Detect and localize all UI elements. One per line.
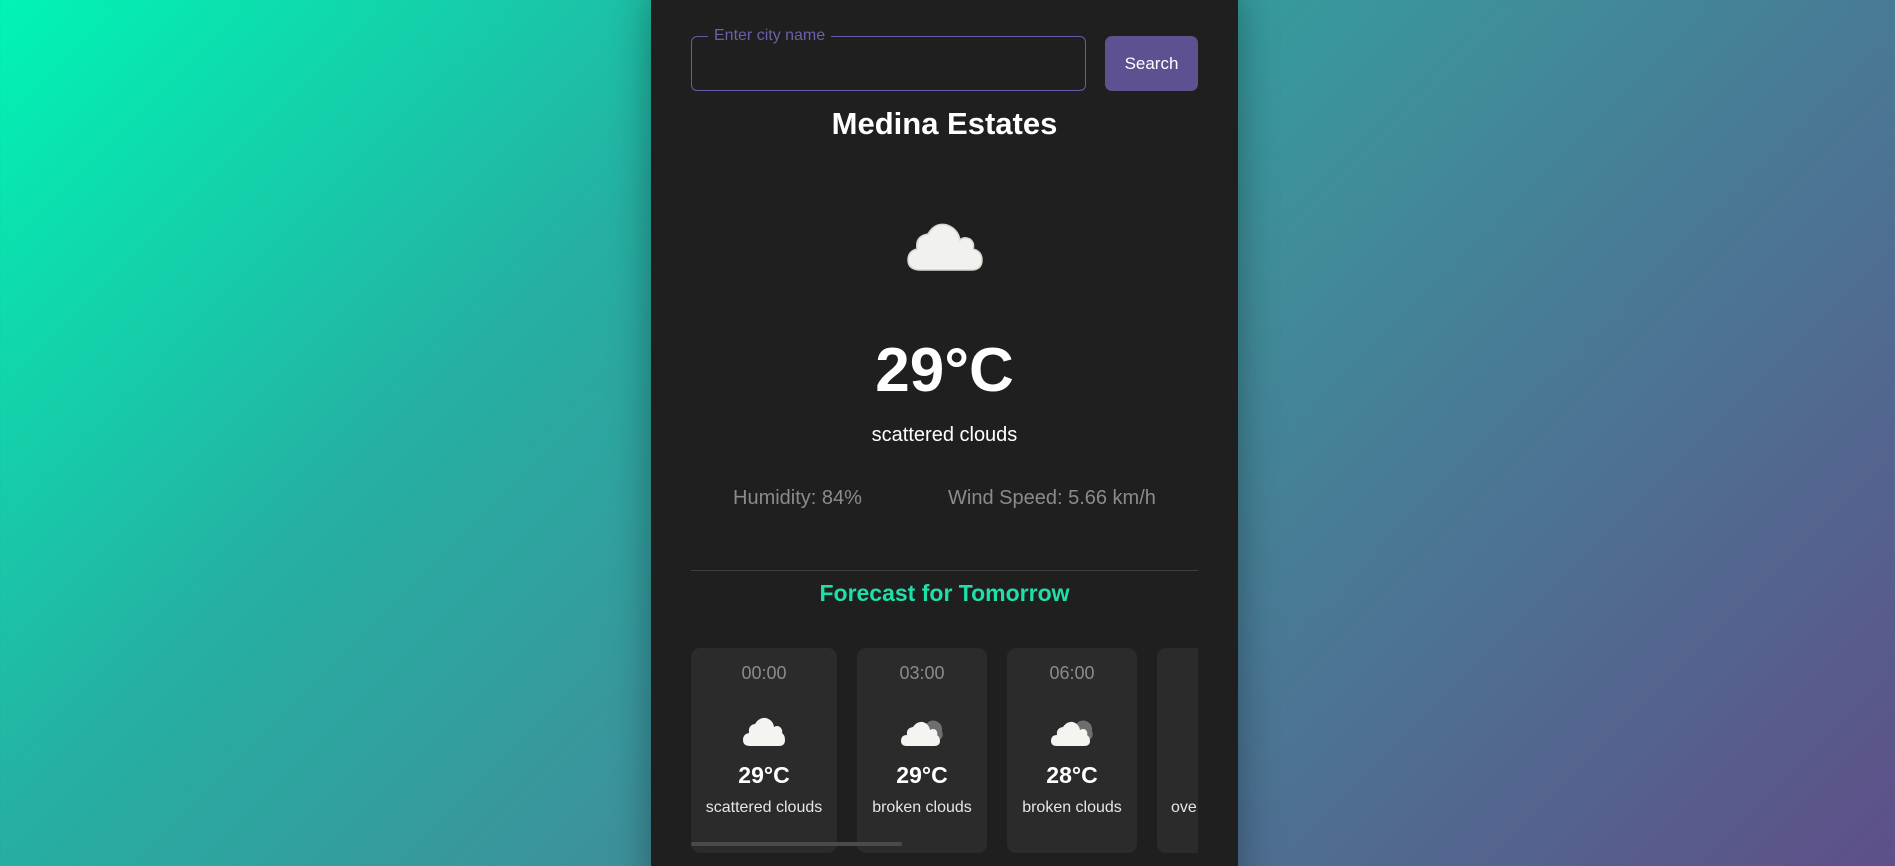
forecast-temperature: 29°C [896, 762, 948, 788]
forecast-title: Forecast for Tomorrow [819, 580, 1070, 606]
city-search-input[interactable] [692, 37, 1085, 90]
forecast-description: broken clouds [1022, 799, 1122, 816]
forecast-time: 03:00 [899, 663, 945, 683]
forecast-card: 00:00 29°C scattered clouds [691, 648, 837, 853]
wind-speed-readout: Wind Speed: 5.66 km/h [948, 487, 1156, 509]
weather-card: Enter city name Search Medina Estates 29… [651, 0, 1238, 866]
forecast-time: 00:00 [741, 663, 787, 683]
forecast-time: 06:00 [1049, 663, 1095, 683]
broken-clouds-icon [1051, 720, 1093, 746]
current-temperature: 29°C [875, 336, 1014, 405]
divider [691, 570, 1198, 571]
broken-clouds-icon [901, 720, 943, 746]
forecast-temperature: 29°C [738, 762, 790, 788]
current-description: scattered clouds [871, 424, 1018, 446]
forecast-description: scattered clouds [705, 799, 823, 816]
humidity-readout: Humidity: 84% [733, 487, 862, 509]
forecast-card: ove [1157, 648, 1198, 853]
forecast-card: 06:00 28°C broken clouds [1007, 648, 1137, 853]
city-name: Medina Estates [831, 106, 1058, 141]
cloud-icon [743, 717, 785, 746]
cloud-icon [907, 223, 983, 271]
search-button[interactable]: Search [1105, 36, 1198, 91]
forecast-card: 03:00 29°C broken clouds [857, 648, 987, 853]
city-field[interactable]: Enter city name [691, 27, 1086, 91]
forecast-description: broken clouds [872, 799, 972, 816]
forecast-temperature: 28°C [1046, 762, 1098, 788]
forecast-scrollbar[interactable] [691, 842, 902, 846]
forecast-strip[interactable]: 00:00 29°C scattered clouds 03:00 29°C b… [691, 648, 1198, 858]
search-bar: Enter city name Search [691, 27, 1198, 91]
forecast-description: ove [1171, 799, 1197, 816]
